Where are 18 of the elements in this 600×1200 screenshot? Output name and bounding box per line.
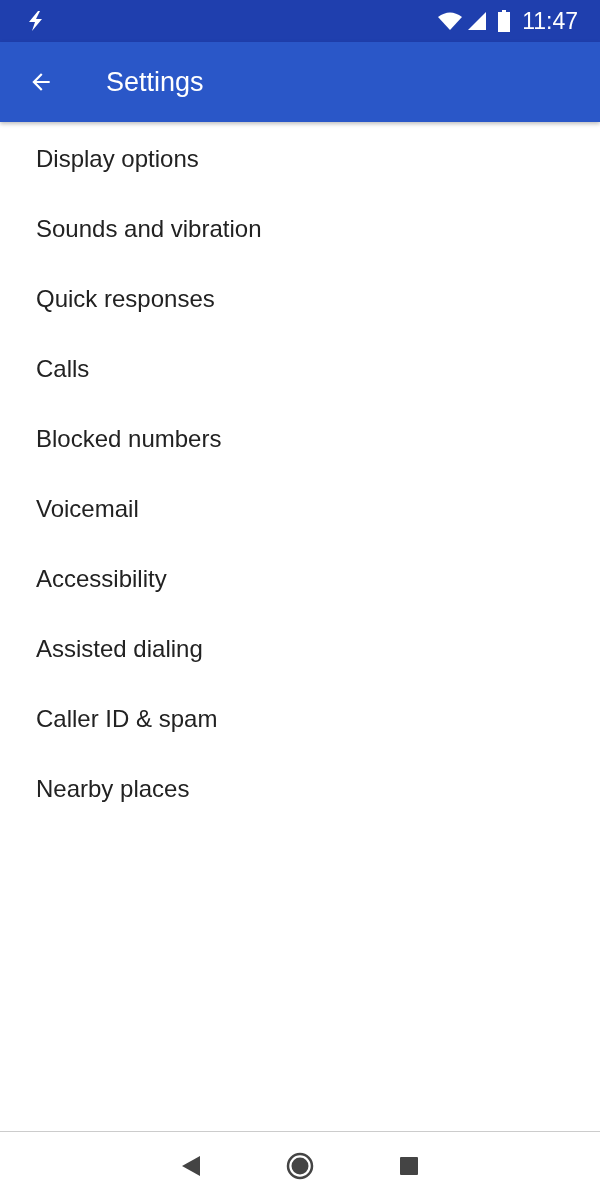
settings-item[interactable]: Display options	[0, 124, 600, 194]
home-nav-button[interactable]	[286, 1152, 314, 1180]
app-bar-title: Settings	[106, 66, 204, 98]
flash-icon	[28, 11, 44, 31]
settings-item[interactable]: Sounds and vibration	[0, 194, 600, 264]
settings-item[interactable]: Nearby places	[0, 754, 600, 824]
battery-icon	[498, 10, 511, 32]
settings-item[interactable]: Calls	[0, 334, 600, 404]
settings-item[interactable]: Voicemail	[0, 474, 600, 544]
back-nav-button[interactable]	[182, 1156, 200, 1176]
settings-item[interactable]: Accessibility	[0, 544, 600, 614]
status-time: 11:47	[522, 7, 578, 35]
settings-item[interactable]: Assisted dialing	[0, 614, 600, 684]
settings-item[interactable]: Quick responses	[0, 264, 600, 334]
settings-item[interactable]: Caller ID & spam	[0, 684, 600, 754]
wifi-icon	[438, 12, 463, 30]
signal-icon	[468, 12, 487, 30]
settings-item[interactable]: Blocked numbers	[0, 404, 600, 474]
